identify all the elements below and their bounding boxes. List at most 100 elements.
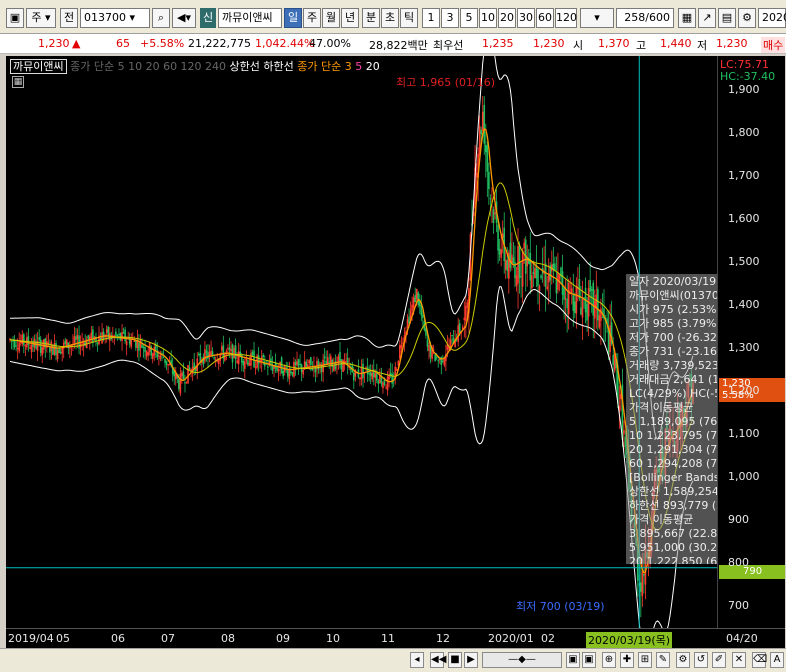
candle-body [377, 380, 380, 384]
plot-area[interactable]: 까뮤이앤씨 종가 단순 5 10 20 60 120 240 상한선 하한선 종… [6, 36, 785, 655]
scroll-left-icon[interactable]: ◂ [410, 652, 424, 668]
search-icon[interactable]: ⌕ [152, 8, 170, 28]
candle-body [500, 249, 502, 258]
candle-body [345, 360, 347, 363]
candle-body [227, 348, 229, 350]
candle-body [142, 346, 145, 348]
candle-body [434, 353, 436, 362]
open-value: 1,370 [598, 37, 630, 50]
settings-icon[interactable]: ⚙ [676, 652, 690, 668]
tab-minute[interactable]: 분 [362, 8, 380, 28]
candle-body [262, 354, 265, 358]
zoom-in-icon[interactable]: ▣ [582, 652, 596, 668]
price-chart[interactable]: 까뮤이앤씨 종가 단순 5 10 20 60 120 240 상한선 하한선 종… [6, 36, 785, 655]
period-select[interactable]: 주 ▾ [26, 8, 56, 28]
crosshair-icon[interactable]: ✚ [620, 652, 634, 668]
candle-body [506, 259, 509, 271]
candle-body [288, 368, 291, 379]
candle-body [463, 317, 466, 320]
candle-body [277, 369, 280, 372]
candle-body [567, 282, 570, 315]
candle-body [159, 355, 162, 360]
candle-body [593, 300, 596, 319]
stop-icon[interactable]: ■ [448, 652, 462, 668]
candle-body [248, 363, 251, 366]
window-icon[interactable]: ▣ [6, 8, 24, 28]
interval-120[interactable]: 120 [555, 8, 577, 28]
interval-60[interactable]: 60 [536, 8, 554, 28]
pen-icon[interactable]: ✎ [656, 652, 670, 668]
chart-icon[interactable]: ↗ [698, 8, 716, 28]
undo-icon[interactable]: ↺ [694, 652, 708, 668]
candle-body [353, 372, 355, 381]
eraser-icon[interactable]: ⌫ [752, 652, 767, 668]
ruler-icon[interactable]: ⊞ [638, 652, 652, 668]
zoom-slider[interactable]: —◆— [482, 652, 562, 668]
candle-body [233, 348, 235, 359]
count-field[interactable]: 258/600 [616, 8, 674, 28]
zoom-out-icon[interactable]: ▣ [566, 652, 580, 668]
magnify-icon[interactable]: ⊕ [602, 652, 616, 668]
interval-10[interactable]: 10 [479, 8, 497, 28]
legend-ma2-5: 5 [355, 60, 363, 73]
date-field[interactable]: 2020. [758, 8, 786, 28]
candle-body [144, 346, 146, 353]
grid-icon[interactable]: ▦ [678, 8, 696, 28]
shin-badge[interactable]: 신 [200, 8, 216, 28]
tab-month[interactable]: 월 [322, 8, 340, 28]
change-pct: +5.58% [140, 37, 185, 50]
tab-second[interactable]: 초 [381, 8, 399, 28]
candle-body [237, 351, 240, 364]
candle-body [145, 351, 148, 357]
candle-body [426, 339, 429, 347]
buy-button[interactable]: 매수 [761, 37, 786, 53]
interval-5[interactable]: 5 [460, 8, 478, 28]
forward-icon[interactable]: ▶ [464, 652, 478, 668]
interval-dropdown[interactable]: ▾ [580, 8, 614, 28]
tab-year[interactable]: 년 [341, 8, 359, 28]
text-icon[interactable]: A [770, 652, 784, 668]
candle-body [457, 325, 459, 342]
candle-body [204, 349, 206, 362]
stock-code-input[interactable]: 013700 ▾ [80, 8, 150, 28]
candle-body [589, 279, 591, 292]
interval-30[interactable]: 30 [517, 8, 535, 28]
candle-body [182, 371, 185, 380]
candle-body [13, 340, 16, 348]
tab-day[interactable]: 일 [284, 8, 302, 28]
tab-tick[interactable]: 틱 [400, 8, 418, 28]
candle-body [406, 319, 409, 328]
candle-body [575, 286, 578, 314]
candle-body [574, 301, 576, 313]
candle-body [92, 329, 94, 343]
close-icon[interactable]: ✕ [732, 652, 746, 668]
candle-body [257, 355, 260, 364]
sound-icon[interactable]: ◀▾ [172, 8, 196, 28]
legend-stock-name: 까뮤이앤씨 [10, 59, 67, 74]
rewind-icon[interactable]: ◀◀ [430, 652, 446, 668]
interval-3[interactable]: 3 [441, 8, 459, 28]
candle-body [188, 367, 191, 370]
interval-20[interactable]: 20 [498, 8, 516, 28]
candle-body [253, 350, 255, 368]
gear-icon[interactable]: ⚙ [738, 8, 756, 28]
candle-body [534, 268, 536, 279]
jeon-button[interactable]: 전 [60, 8, 78, 28]
candle-body [197, 354, 200, 356]
candle-body [41, 347, 44, 356]
legend-ma2: 종가 단순 3 [297, 60, 352, 73]
table-icon[interactable]: ▦ [12, 76, 24, 88]
candle-body [179, 373, 182, 394]
save-icon[interactable]: ▤ [718, 8, 736, 28]
candle-body [326, 357, 329, 365]
candlestick-svg[interactable] [6, 36, 717, 655]
candle-body [296, 361, 298, 366]
ask-price: 1,235 [482, 37, 514, 50]
draw-icon[interactable]: ✐ [712, 652, 726, 668]
candle-body [489, 198, 492, 200]
candle-body [30, 345, 33, 352]
candle-body [242, 361, 245, 366]
interval-1[interactable]: 1 [422, 8, 440, 28]
candle-body [465, 305, 467, 321]
tab-week[interactable]: 주 [303, 8, 321, 28]
